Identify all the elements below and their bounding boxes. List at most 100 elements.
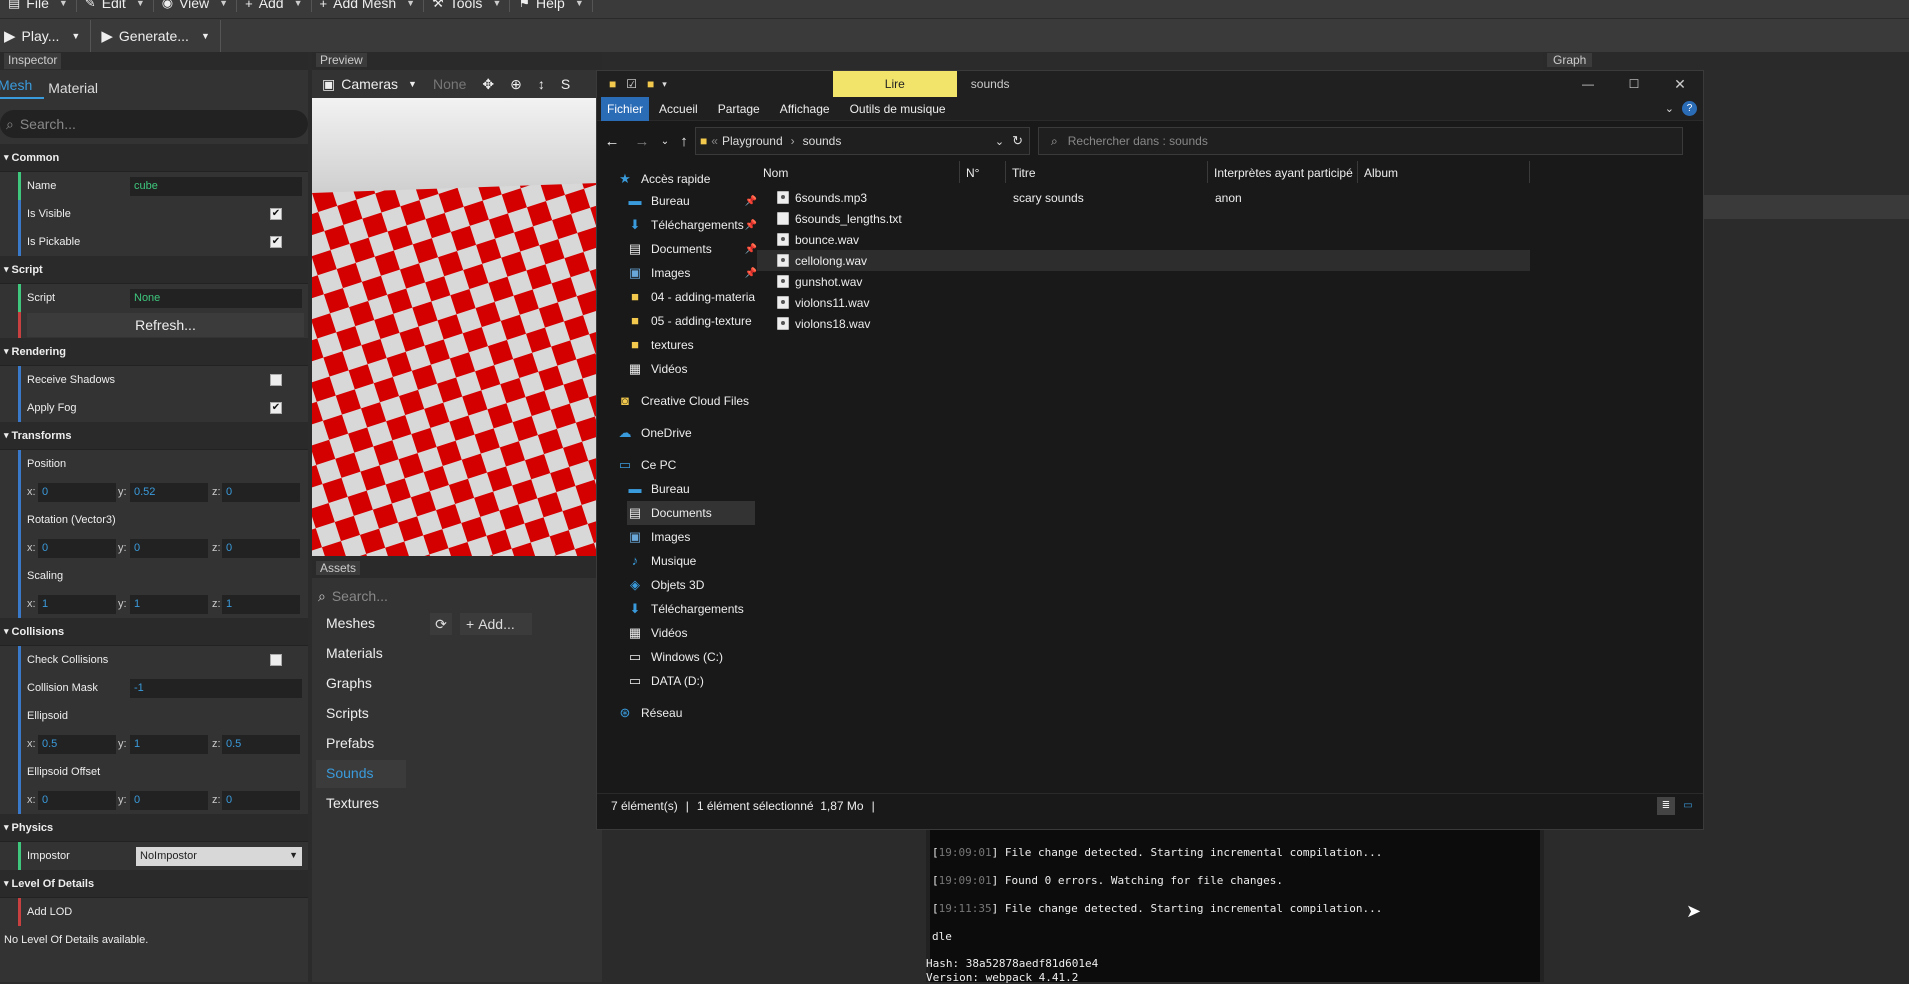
scaling-z-field[interactable]: 1	[222, 594, 300, 614]
nav-pc-images[interactable]: ▣ Images	[627, 525, 765, 549]
recent-chevron-icon[interactable]: ⌄	[657, 136, 673, 147]
visible-checkbox[interactable]: ✔	[270, 208, 282, 220]
contextual-tab[interactable]: Lire	[832, 71, 957, 97]
chevron-down-icon[interactable]: ⌄	[1665, 102, 1674, 115]
fog-checkbox[interactable]: ✔	[270, 402, 282, 414]
menu-edit[interactable]: ✎ Edit ▼	[77, 0, 154, 12]
nav-videos[interactable]: ▦ Vidéos	[627, 357, 765, 381]
menu-view[interactable]: ◉ View ▼	[154, 0, 238, 12]
offset-x-field[interactable]: 0	[38, 790, 116, 810]
category-prefabs[interactable]: Prefabs	[316, 730, 406, 758]
ellipsoid-y-field[interactable]: 1	[130, 734, 208, 754]
refresh-icon[interactable]: ⟳	[430, 613, 452, 635]
back-icon[interactable]: ←	[597, 133, 627, 150]
ribbon-file[interactable]: Fichier	[601, 96, 650, 121]
none-label[interactable]: None	[433, 76, 466, 92]
maximize-button[interactable]: ☐	[1611, 77, 1657, 91]
assets-search[interactable]: ⌕ Search...	[318, 584, 388, 608]
refresh-icon[interactable]: ↻	[1012, 133, 1023, 149]
section-lod[interactable]: Level Of Details	[0, 870, 308, 898]
nav-this-pc[interactable]: ▭ Ce PC	[617, 453, 755, 477]
nav-quick-access[interactable]: ★ Accès rapide	[617, 167, 755, 191]
section-rendering[interactable]: Rendering	[0, 338, 308, 366]
generate-button[interactable]: ▶ Generate... ▼	[91, 19, 221, 52]
pickable-checkbox[interactable]: ✔	[270, 236, 282, 248]
details-view-icon[interactable]: ≣	[1657, 796, 1675, 815]
close-button[interactable]: ✕	[1657, 76, 1703, 93]
column-artists[interactable]: Interprètes ayant participé	[1208, 161, 1358, 183]
offset-z-field[interactable]: 0	[222, 790, 300, 810]
ribbon-home[interactable]: Accueil	[649, 97, 708, 121]
column-title[interactable]: Titre	[1006, 161, 1208, 183]
breadcrumb-playground[interactable]: Playground	[722, 134, 783, 148]
refresh-button[interactable]: Refresh...	[27, 313, 304, 337]
nav-folder-05[interactable]: ■ 05 - adding-texture	[627, 309, 765, 333]
rotation-z-field[interactable]: 0	[222, 538, 300, 558]
scaling-x-field[interactable]: 1	[38, 594, 116, 614]
category-graphs[interactable]: Graphs	[316, 670, 406, 698]
section-script[interactable]: Script	[0, 256, 308, 284]
column-album[interactable]: Album	[1358, 161, 1530, 183]
column-name[interactable]: Nom	[757, 161, 960, 183]
check-collisions-checkbox[interactable]	[270, 654, 282, 666]
3d-viewport[interactable]	[312, 98, 598, 556]
chevron-down-icon[interactable]: ⌄	[995, 135, 1004, 148]
nav-desktop[interactable]: ▬ Bureau 📌	[627, 189, 765, 213]
help-icon[interactable]: ?	[1682, 101, 1697, 116]
file-row[interactable]: violons11.wav	[757, 292, 1530, 313]
menu-file[interactable]: ▤ File ▼	[0, 0, 77, 12]
section-collisions[interactable]: Collisions	[0, 618, 308, 646]
tab-material[interactable]: Material	[48, 80, 110, 96]
nav-folder-04[interactable]: ■ 04 - adding-materia	[627, 285, 765, 309]
move-icon[interactable]: ✥	[482, 76, 494, 93]
nav-creative-cloud[interactable]: ◙ Creative Cloud Files	[617, 389, 755, 413]
ellipsoid-x-field[interactable]: 0.5	[38, 734, 116, 754]
section-physics[interactable]: Physics	[0, 814, 308, 842]
play-button[interactable]: ▶ Play... ▼	[0, 19, 92, 52]
cameras-dropdown[interactable]: Cameras	[341, 76, 398, 92]
nav-network[interactable]: ⊛ Réseau	[617, 701, 755, 725]
section-common[interactable]: Common	[0, 144, 308, 172]
shadows-checkbox[interactable]	[270, 374, 282, 386]
nav-pc-desktop[interactable]: ▬ Bureau	[627, 477, 765, 501]
menu-add-mesh[interactable]: + Add Mesh ▼	[312, 0, 425, 12]
ribbon-view[interactable]: Affichage	[770, 97, 840, 121]
scaling-y-field[interactable]: 1	[130, 594, 208, 614]
file-row[interactable]: 6sounds.mp3 scary sounds anon	[757, 187, 1530, 208]
nav-onedrive[interactable]: ☁ OneDrive	[617, 421, 755, 445]
nav-textures[interactable]: ■ textures	[627, 333, 765, 357]
add-lod-button[interactable]: Add LOD	[27, 906, 127, 918]
address-box[interactable]: ■ « Playground › sounds ⌄ ↻	[695, 127, 1030, 155]
search-box[interactable]: ⌕ Rechercher dans : sounds	[1038, 127, 1683, 155]
category-scripts[interactable]: Scripts	[316, 700, 406, 728]
file-row[interactable]: violons18.wav	[757, 313, 1530, 334]
name-field[interactable]: cube	[130, 176, 302, 196]
nav-pc-videos[interactable]: ▦ Vidéos	[627, 621, 765, 645]
check-icon[interactable]: ☑	[626, 77, 637, 91]
script-field[interactable]: None	[130, 288, 302, 308]
nav-documents[interactable]: ▤ Documents 📌	[627, 237, 765, 261]
add-asset-button[interactable]: + Add...	[460, 613, 532, 635]
file-row-selected[interactable]: cellolong.wav	[757, 250, 1530, 271]
category-sounds[interactable]: Sounds	[316, 760, 406, 788]
inspector-search[interactable]: ⌕ Search...	[0, 110, 308, 138]
snap-button[interactable]: S	[561, 76, 570, 92]
menu-tools[interactable]: ⚒ Tools ▼	[424, 0, 511, 12]
mask-field[interactable]: -1	[130, 678, 302, 698]
rotation-y-field[interactable]: 0	[130, 538, 208, 558]
menu-help[interactable]: ⚑ Help ▼	[510, 0, 593, 12]
category-materials[interactable]: Materials	[316, 640, 406, 668]
nav-pc-documents[interactable]: ▤ Documents	[627, 501, 755, 525]
breadcrumb-sounds[interactable]: sounds	[803, 134, 842, 148]
impostor-select[interactable]: NoImpostor ▼	[136, 846, 302, 866]
position-y-field[interactable]: 0.52	[130, 482, 208, 502]
nav-images[interactable]: ▣ Images 📌	[627, 261, 765, 285]
rotate-icon[interactable]: ⊕	[510, 76, 522, 93]
column-number[interactable]: N°	[960, 161, 1006, 183]
inspector-tab[interactable]: Inspector	[0, 52, 308, 70]
assets-tab[interactable]: Assets	[312, 560, 602, 578]
ribbon-share[interactable]: Partage	[708, 97, 770, 121]
nav-drive-d[interactable]: ▭ DATA (D:)	[627, 669, 765, 693]
nav-drive-c[interactable]: ▭ Windows (C:)	[627, 645, 765, 669]
ribbon-music-tools[interactable]: Outils de musique	[840, 97, 956, 121]
